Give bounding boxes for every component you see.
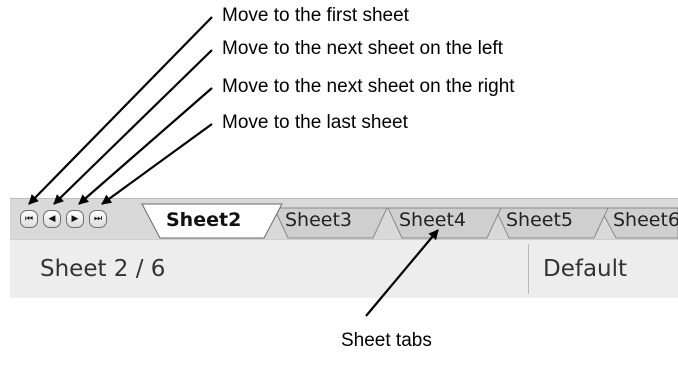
sheet-position-indicator: Sheet 2 / 6 [40,256,166,282]
arrow-last-sheet [101,123,213,205]
callout-sheet-tabs: Sheet tabs [341,330,432,351]
status-divider [528,244,529,294]
arrow-previous-sheet [53,49,213,205]
tab-sheet6[interactable]: Sheet6 [613,209,678,231]
arrow-next-sheet [78,87,213,205]
callout-previous-sheet: Move to the next sheet on the left [222,38,503,59]
status-bar: Sheet 2 / 6 Default [10,239,678,298]
arrow-first-sheet [28,16,213,205]
page-style-indicator: Default [543,256,628,282]
sheet-tab-bar: ⏮ ◀ ▶ ⏭ Sheet2 Sheet3 Sheet4 Sheet5 Shee… [10,198,678,239]
tab-sheet2[interactable]: Sheet2 [166,209,241,231]
tab-sheet5[interactable]: Sheet5 [506,209,573,231]
callout-first-sheet: Move to the first sheet [222,5,409,26]
callout-next-sheet: Move to the next sheet on the right [222,76,515,97]
callout-last-sheet: Move to the last sheet [222,112,408,133]
tab-sheet4[interactable]: Sheet4 [399,209,466,231]
tab-sheet3[interactable]: Sheet3 [285,209,352,231]
